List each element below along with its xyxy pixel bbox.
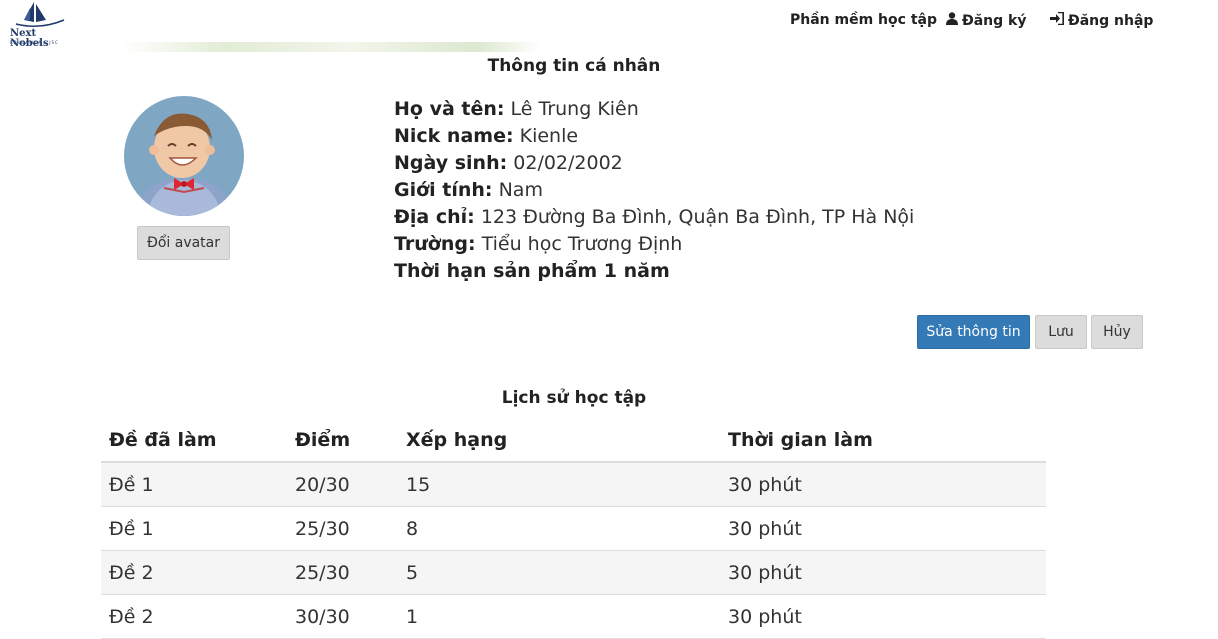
cell-score: 30/30: [287, 594, 398, 639]
edit-info-button[interactable]: Sửa thông tin: [917, 315, 1030, 349]
column-header-rank[interactable]: Xếp hạng: [398, 418, 720, 463]
logo-ship-icon: [15, 2, 65, 27]
cell-rank: 15: [398, 462, 720, 507]
edit-info-label: Sửa thông tin: [926, 324, 1021, 340]
nav-software-link[interactable]: Phần mềm học tập: [790, 12, 937, 30]
cell-duration: 30 phút: [720, 462, 1046, 507]
cell-exam: Đề 1: [101, 462, 287, 507]
nav-register-label: Đăng ký: [962, 13, 1027, 29]
subscription-label: Thời hạn sản phẩm 1 năm: [394, 260, 670, 282]
table-header-row: Đề đã làm Điểm Xếp hạng Thời gian làm: [101, 418, 1046, 463]
cell-rank: 8: [398, 506, 720, 551]
address-value: 123 Đường Ba Đình, Quận Ba Đình, TP Hà N…: [480, 206, 915, 228]
avatar: [124, 96, 244, 216]
cell-duration: 30 phút: [720, 594, 1046, 639]
study-history-title: Lịch sử học tập: [501, 388, 647, 408]
fullname-label: Họ và tên:: [394, 98, 505, 120]
table-row: Đề 2 30/30 1 30 phút: [101, 594, 1046, 639]
save-button[interactable]: Lưu: [1035, 315, 1087, 349]
profile-row-nickname: Nick name: Kienle: [394, 123, 914, 150]
school-label: Trường:: [394, 233, 476, 255]
nav-login-label: Đăng nhập: [1068, 13, 1154, 29]
cell-rank: 5: [398, 550, 720, 595]
cell-duration: 30 phút: [720, 550, 1046, 595]
gender-label: Giới tính:: [394, 179, 493, 201]
sign-in-icon: [1050, 11, 1064, 29]
nav-software-label: Phần mềm học tập: [790, 12, 937, 28]
cell-score: 25/30: [287, 550, 398, 595]
column-header-score[interactable]: Điểm: [287, 418, 398, 463]
logo[interactable]: Next Nobels EDUCATION., JSC: [4, 0, 76, 49]
school-value: Tiểu học Trương Định: [481, 233, 683, 255]
change-avatar-button[interactable]: Đổi avatar: [137, 226, 230, 260]
profile-details: Họ và tên: Lê Trung Kiên Nick name: Kien…: [394, 96, 914, 285]
profile-row-fullname: Họ và tên: Lê Trung Kiên: [394, 96, 914, 123]
fullname-value: Lê Trung Kiên: [510, 98, 639, 120]
birthday-value: 02/02/2002: [513, 152, 623, 174]
logo-text: Next Nobels: [10, 28, 49, 49]
cell-score: 20/30: [287, 462, 398, 507]
user-icon: [946, 12, 958, 29]
change-avatar-label: Đổi avatar: [146, 235, 221, 251]
cell-duration: 30 phút: [720, 506, 1046, 551]
profile-row-gender: Giới tính: Nam: [394, 177, 914, 204]
save-label: Lưu: [1048, 324, 1074, 340]
cell-score: 25/30: [287, 506, 398, 551]
nickname-value: Kienle: [519, 125, 579, 147]
cancel-button[interactable]: Hủy: [1091, 315, 1143, 349]
cell-rank: 1: [398, 594, 720, 639]
table-row: Đề 1 20/30 15 30 phút: [101, 462, 1046, 507]
logo-subtitle: EDUCATION., JSC: [10, 40, 59, 45]
profile-row-address: Địa chỉ: 123 Đường Ba Đình, Quận Ba Đình…: [394, 204, 914, 231]
cell-exam: Đề 2: [101, 550, 287, 595]
birthday-label: Ngày sinh:: [394, 152, 508, 174]
nav-login-link[interactable]: Đăng nhập: [1050, 11, 1154, 30]
table-row: Đề 2 25/30 5 30 phút: [101, 550, 1046, 595]
nickname-label: Nick name:: [394, 125, 514, 147]
gender-value: Nam: [498, 179, 543, 201]
table-row: Đề 1 25/30 8 30 phút: [101, 506, 1046, 551]
nav-register-link[interactable]: Đăng ký: [946, 12, 1026, 30]
cell-exam: Đề 1: [101, 506, 287, 551]
column-header-exam[interactable]: Đề đã làm: [101, 418, 287, 463]
cell-exam: Đề 2: [101, 594, 287, 639]
study-history-table: Đề đã làm Điểm Xếp hạng Thời gian làm Đề…: [101, 418, 1046, 639]
profile-row-subscription: Thời hạn sản phẩm 1 năm: [394, 258, 914, 285]
profile-row-birthday: Ngày sinh: 02/02/2002: [394, 150, 914, 177]
address-label: Địa chỉ:: [394, 206, 475, 228]
column-header-duration[interactable]: Thời gian làm: [720, 418, 1046, 463]
profile-row-school: Trường: Tiểu học Trương Định: [394, 231, 914, 258]
personal-info-title: Thông tin cá nhân: [487, 56, 661, 76]
cancel-label: Hủy: [1103, 324, 1131, 340]
banner-strip: [120, 42, 540, 52]
